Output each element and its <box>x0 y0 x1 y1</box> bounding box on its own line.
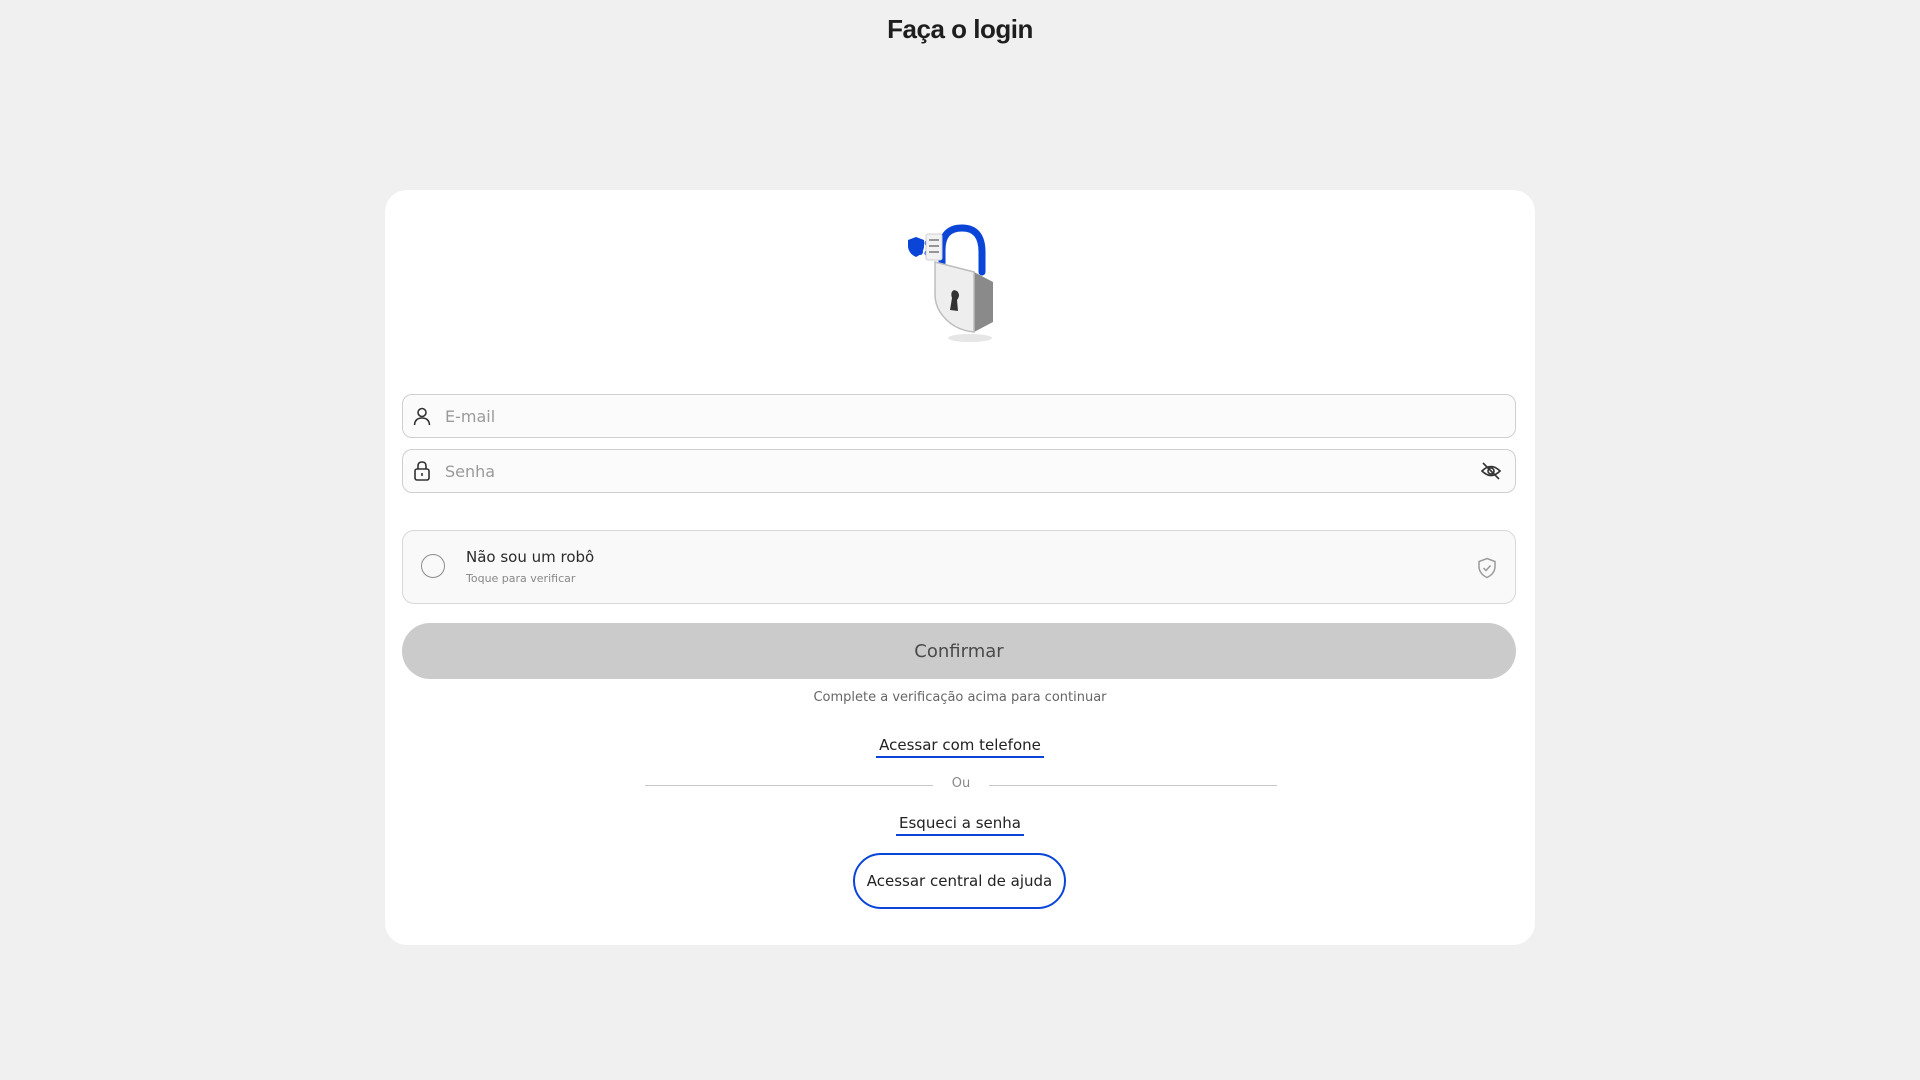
captcha-checkbox[interactable] <box>421 554 445 578</box>
verification-hint: Complete a verificação acima para contin… <box>813 690 1107 705</box>
password-input[interactable] <box>445 451 1479 491</box>
eye-off-icon[interactable] <box>1479 459 1503 483</box>
captcha-box[interactable]: Não sou um robô Toque para verificar <box>402 530 1516 604</box>
login-card: Não sou um robô Toque para verificar Con… <box>385 190 1535 945</box>
phone-login-link[interactable]: Acessar com telefone <box>876 736 1044 758</box>
or-divider: Ou <box>645 775 1277 795</box>
email-input[interactable] <box>445 396 1515 436</box>
user-icon <box>411 405 433 427</box>
password-field-container <box>402 449 1516 493</box>
shield-check-icon <box>1478 557 1496 579</box>
captcha-title: Não sou um robô <box>466 548 595 566</box>
lock-icon <box>411 460 433 482</box>
email-field-container <box>402 394 1516 438</box>
forgot-password-link[interactable]: Esqueci a senha <box>896 814 1024 836</box>
phone-link-container: Acessar com telefone <box>385 735 1535 758</box>
page-title: Faça o login <box>887 14 1033 44</box>
help-center-button[interactable]: Acessar central de ajuda <box>853 853 1066 909</box>
padlock-illustration-icon <box>908 224 993 342</box>
captcha-subtitle: Toque para verificar <box>466 572 576 585</box>
or-label: Ou <box>951 776 971 791</box>
forgot-link-container: Esqueci a senha <box>385 813 1535 836</box>
login-page: Faça o login E-mail Não sou um robô Toqu… <box>0 0 1920 1080</box>
divider-line-right <box>989 785 1277 786</box>
confirm-button[interactable]: Confirmar <box>402 623 1516 679</box>
